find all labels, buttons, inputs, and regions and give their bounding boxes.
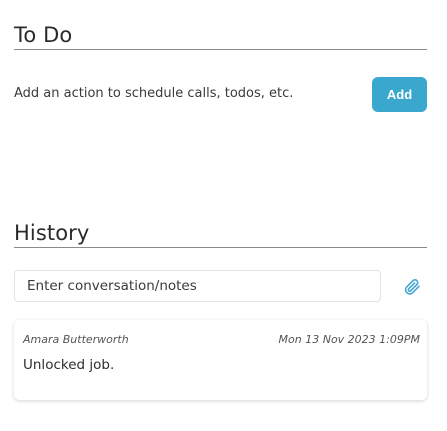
todo-section: To Do Add an action to schedule calls, t… [14, 23, 427, 116]
history-entry-author: Amara Butterworth [23, 333, 129, 346]
todo-divider [14, 49, 427, 50]
note-entry-row [14, 270, 427, 304]
todo-hint-text: Add an action to schedule calls, todos, … [14, 86, 294, 101]
history-section: History Amara Butterworth Mon 13 Nov 202… [14, 221, 427, 400]
history-title: History [14, 221, 90, 245]
conversation-notes-input[interactable] [27, 278, 380, 294]
history-divider [14, 247, 427, 248]
history-entry-card: Amara Butterworth Mon 13 Nov 2023 1:09PM… [14, 320, 427, 400]
history-entry-timestamp: Mon 13 Nov 2023 1:09PM [278, 333, 420, 346]
note-input-wrapper [14, 270, 381, 302]
todo-title: To Do [14, 23, 73, 47]
add-action-button[interactable]: Add [372, 77, 427, 112]
history-entry-text: Unlocked job. [23, 357, 115, 373]
todo-row: Add an action to schedule calls, todos, … [14, 76, 427, 116]
paperclip-icon[interactable] [403, 278, 421, 296]
